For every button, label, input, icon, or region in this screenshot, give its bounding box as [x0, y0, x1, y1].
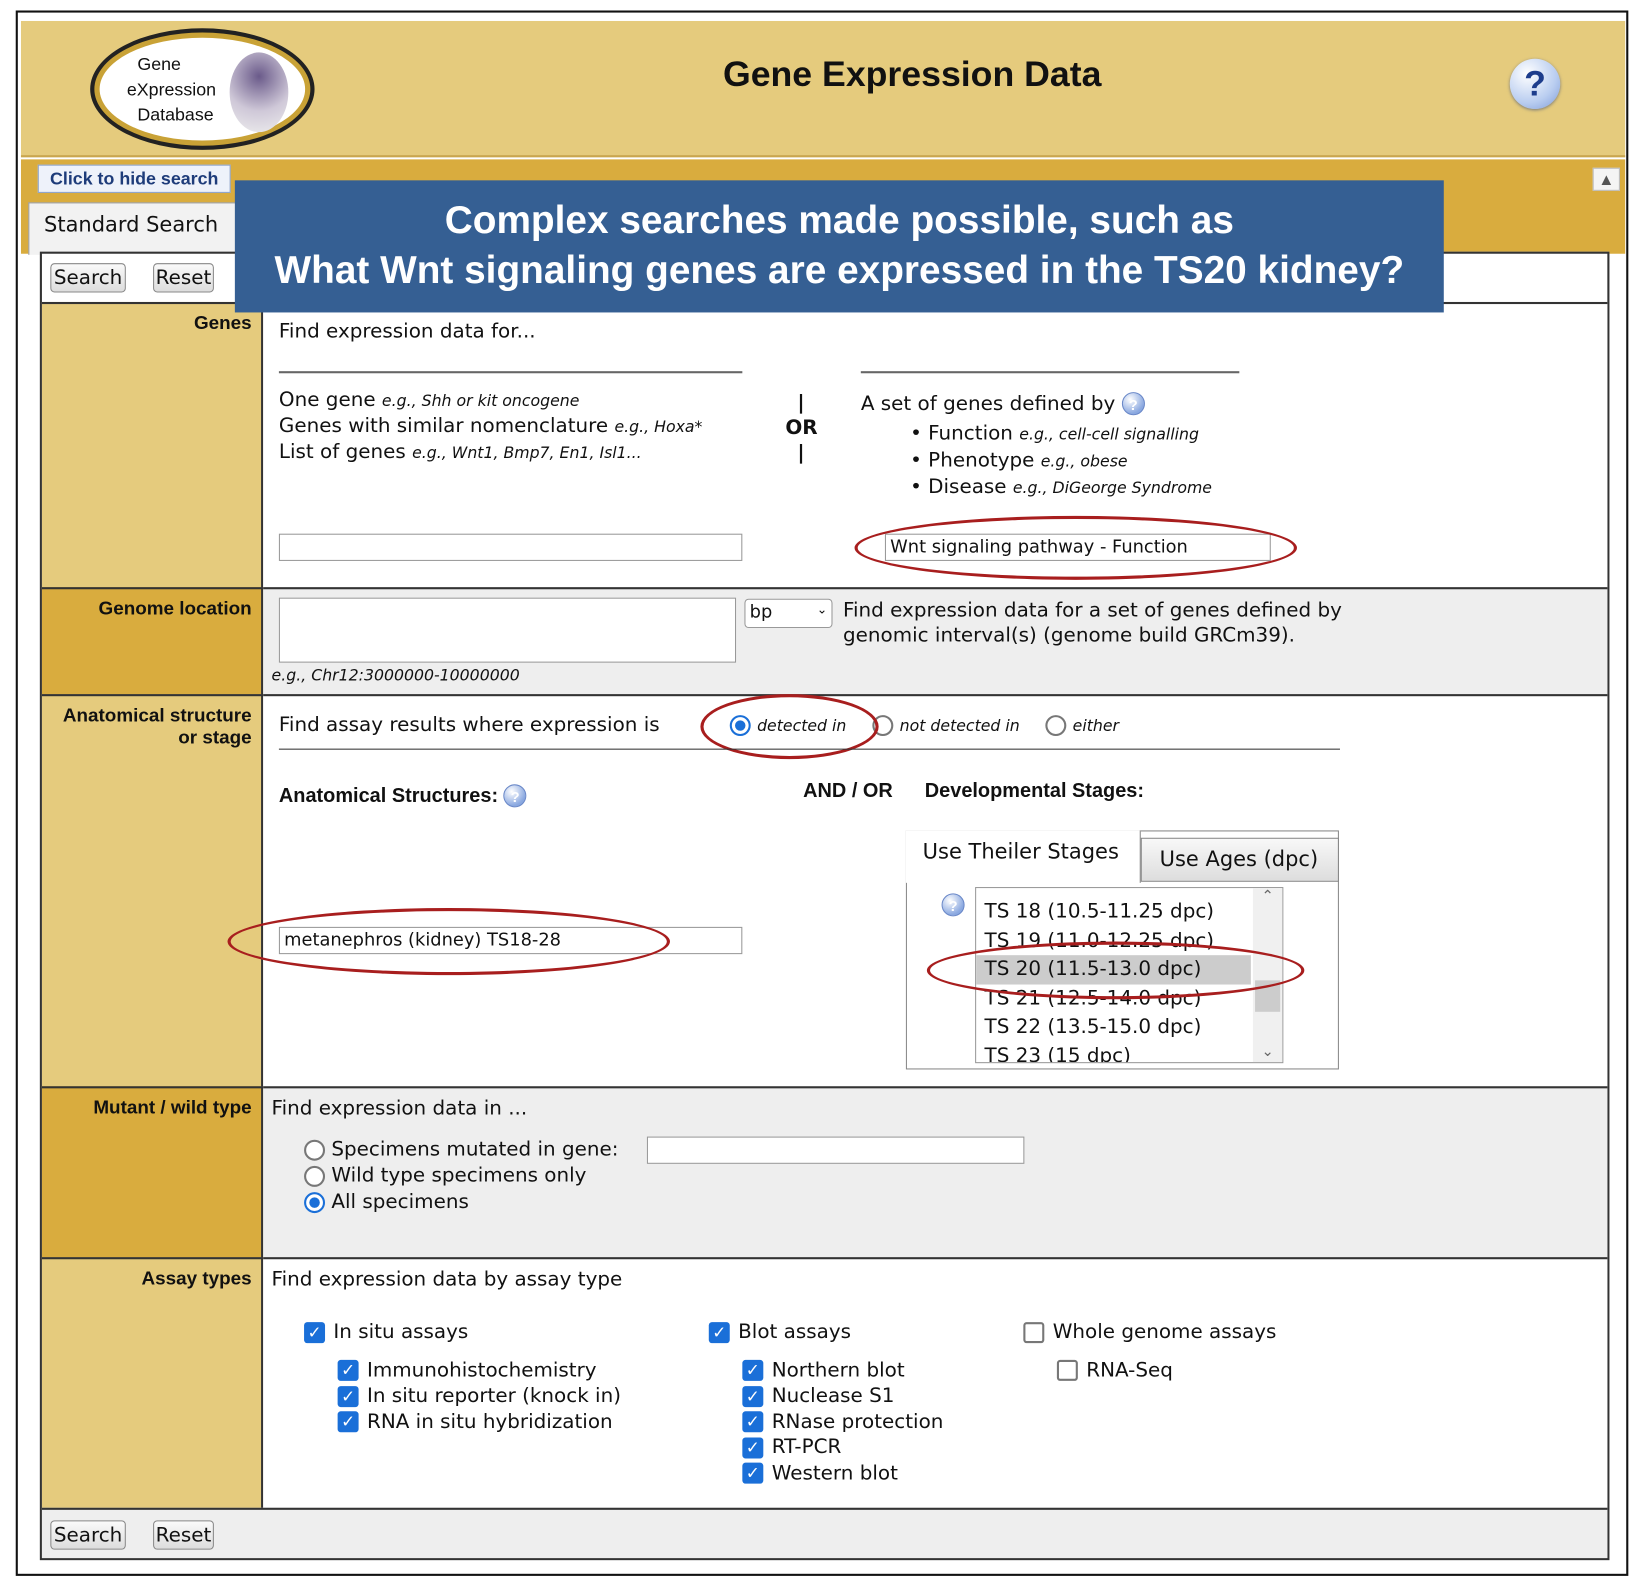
checkbox-icon: ✓	[742, 1411, 764, 1433]
annotation-banner: Complex searches made possible, such as …	[234, 180, 1444, 313]
checkbox-assay-type[interactable]: ✓ RNA in situ hybridization	[337, 1409, 621, 1435]
annotation-ellipse	[854, 515, 1297, 580]
logo-text: Gene	[137, 54, 181, 75]
assay-intro: Find expression data by assay type	[271, 1267, 623, 1291]
checkbox-assay-type[interactable]: ✓ Northern blot	[742, 1357, 943, 1383]
chevron-down-icon: ⌄	[1261, 1043, 1274, 1061]
search-button[interactable]: Search	[50, 263, 126, 293]
checkbox-icon: ✓	[742, 1385, 764, 1407]
assay-group: ✓ In situ assays ✓ Immunohistochemistry ✓ In …	[304, 1319, 621, 1434]
and-or-label: AND / OR	[803, 780, 893, 803]
radio-not-detected[interactable]: not detected in	[872, 713, 1020, 736]
checkbox-assay-type[interactable]: ✓ RT-PCR	[742, 1434, 943, 1460]
page-title: Gene Expression Data	[722, 54, 1102, 95]
anatomy-label-line1: Anatomical structure	[62, 704, 252, 726]
divider	[278, 371, 743, 374]
anatomical-structures-label: Anatomical Structures: ?	[279, 784, 527, 808]
assay-label: Assay types	[41, 1257, 264, 1510]
checkbox-icon	[1023, 1321, 1045, 1343]
assay-group: ✓ Blot assays ✓ Northern blot ✓ Nuclease S1 ✓ R…	[708, 1319, 944, 1486]
genome-location-textarea[interactable]	[278, 597, 737, 663]
checkbox-assay-type[interactable]: ✓ RNase protection	[742, 1409, 943, 1435]
checkbox-icon: ✓	[708, 1321, 730, 1343]
similar-hint: Genes with similar nomenclature e.g., Ho…	[278, 414, 703, 438]
radio-mutated[interactable]: Specimens mutated in gene:	[304, 1137, 619, 1163]
checkbox-assay-type[interactable]: ✓ Immunohistochemistry	[337, 1357, 621, 1383]
bullet-disease: • Disease e.g., DiGeorge Syndrome	[910, 474, 1212, 499]
chevron-up-icon: ⌃	[1261, 888, 1274, 905]
genome-label: Genome location	[41, 587, 264, 697]
checkbox-icon: ✓	[337, 1411, 359, 1433]
checkbox-assay-type[interactable]: RNA-Seq	[1056, 1357, 1276, 1383]
checkbox-icon	[1056, 1359, 1078, 1381]
mutated-gene-input[interactable]	[646, 1136, 1025, 1164]
radio-all-specimens[interactable]: All specimens	[304, 1189, 618, 1215]
genome-example: e.g., Chr12:3000000-10000000	[271, 665, 520, 685]
help-icon[interactable]: ?	[1121, 392, 1145, 416]
radio-wild-type[interactable]: Wild type specimens only	[304, 1163, 618, 1189]
bullet-function: • Function e.g., cell-cell signalling	[910, 421, 1199, 445]
checkbox-assay-type[interactable]: ✓ Western blot	[742, 1460, 943, 1486]
tab-theiler-stages[interactable]: Use Theiler Stages	[905, 830, 1141, 883]
checkbox-assay-group[interactable]: Whole genome assays	[1023, 1319, 1276, 1345]
stage-option[interactable]: TS 22 (13.5-15.0 dpc)	[976, 1013, 1251, 1042]
scroll-up-button[interactable]: ▲	[1592, 167, 1620, 191]
divider	[278, 748, 1340, 750]
mutant-intro: Find expression data in ...	[271, 1096, 528, 1120]
bullet-phenotype: • Phenotype e.g., obese	[910, 448, 1128, 472]
help-icon[interactable]: ?	[1509, 58, 1561, 110]
hide-search-button[interactable]: Click to hide search	[37, 164, 231, 193]
checkbox-assay-type[interactable]: ✓ Nuclease S1	[742, 1383, 943, 1409]
checkbox-assay-type[interactable]: ✓ In situ reporter (knock in)	[337, 1383, 621, 1409]
checkbox-icon: ✓	[742, 1359, 764, 1381]
checkbox-icon: ✓	[337, 1385, 359, 1407]
unit-select[interactable]: bp ⌄	[744, 598, 833, 629]
anatomy-label-line2: or stage	[178, 726, 252, 748]
gene-set-title: A set of genes defined by ?	[861, 392, 1145, 416]
checkbox-assay-group[interactable]: ✓ Blot assays	[708, 1319, 944, 1345]
stage-option[interactable]: TS 23 (15 dpc)	[976, 1042, 1251, 1062]
divider	[860, 371, 1240, 374]
tab-standard-search[interactable]: Standard Search	[28, 202, 239, 255]
list-hint: List of genes e.g., Wnt1, Bmp7, En1, Isl…	[278, 440, 642, 464]
gene-input[interactable]	[278, 533, 743, 561]
gxd-logo[interactable]: Gene eXpression Database	[90, 28, 315, 150]
radio-either[interactable]: either	[1045, 713, 1119, 736]
reset-button[interactable]: Reset	[153, 263, 214, 293]
search-button-bottom[interactable]: Search	[50, 1520, 126, 1550]
mutant-label: Mutant / wild type	[41, 1086, 264, 1260]
chevron-down-icon: ⌄	[816, 601, 828, 617]
annotation-ellipse	[227, 908, 670, 976]
or-separator: | OR |	[785, 391, 818, 465]
logo-text: eXpression	[126, 79, 217, 100]
bottom-button-bar	[41, 1507, 1608, 1559]
genome-description: Find expression data for a set of genes …	[842, 598, 1342, 647]
checkbox-icon: ✓	[304, 1321, 326, 1343]
help-icon[interactable]: ?	[503, 784, 527, 808]
developmental-stages-label: Developmental Stages:	[924, 780, 1144, 803]
one-gene-hint: One gene e.g., Shh or kit oncogene	[278, 387, 580, 412]
checkbox-icon: ✓	[742, 1436, 764, 1458]
genes-intro: Find expression data for...	[278, 319, 536, 343]
genes-label: Genes	[41, 301, 264, 590]
help-icon[interactable]: ?	[941, 893, 965, 917]
banner-line2: What Wnt signaling genes are expressed i…	[274, 248, 1405, 292]
assay-group: Whole genome assays RNA-Seq	[1023, 1319, 1276, 1383]
stage-option[interactable]: TS 18 (10.5-11.25 dpc)	[976, 898, 1251, 927]
logo-text: Database	[137, 104, 214, 125]
checkbox-icon: ✓	[742, 1462, 764, 1484]
annotation-ellipse	[926, 941, 1305, 1000]
tab-ages[interactable]: Use Ages (dpc)	[1140, 837, 1339, 882]
anatomy-label: Anatomical structure or stage	[41, 694, 264, 1089]
checkbox-assay-group[interactable]: ✓ In situ assays	[304, 1319, 621, 1345]
reset-button-bottom[interactable]: Reset	[153, 1520, 214, 1550]
expression-find-label: Find assay results where expression is	[278, 712, 660, 737]
banner-line1: Complex searches made possible, such as	[444, 198, 1234, 242]
gene-set-bullets: • Function e.g., cell-cell signalling • …	[910, 420, 1212, 500]
checkbox-icon: ✓	[337, 1359, 359, 1381]
embryo-icon	[229, 52, 289, 133]
